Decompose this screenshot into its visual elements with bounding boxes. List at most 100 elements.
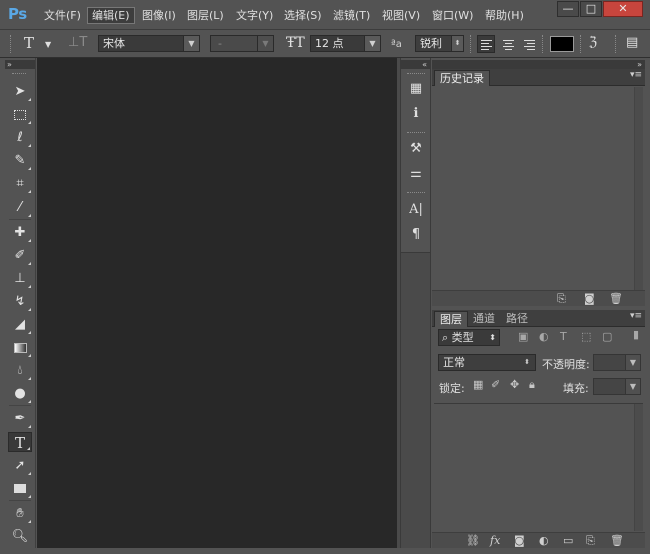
marquee-tool-icon[interactable]	[8, 105, 32, 125]
brush-presets-panel-icon[interactable]: ⚒	[405, 139, 427, 159]
warp-text-icon[interactable]: ℨ	[589, 35, 597, 51]
character-panel-icon[interactable]: A|	[405, 200, 427, 220]
link-layers-icon[interactable]: ⛓︎	[466, 534, 480, 548]
font-size-select[interactable]: 12 点 ▼	[310, 35, 381, 52]
shape-filter-icon[interactable]: ⬚	[581, 330, 591, 343]
type-tool-icon[interactable]: T	[8, 432, 32, 452]
rectangle-tool-icon[interactable]	[8, 479, 32, 499]
chevron-down-icon[interactable]: ▼	[45, 37, 51, 53]
tool-presets-panel-icon[interactable]: ⚌	[405, 164, 427, 184]
text-color-swatch[interactable]	[550, 36, 574, 52]
menu-help[interactable]: 帮助(H)	[481, 7, 528, 24]
healing-brush-tool-icon[interactable]: ✚	[8, 223, 32, 243]
blur-tool-icon[interactable]: 💧︎	[8, 361, 32, 381]
menu-window[interactable]: 窗口(W)	[428, 7, 477, 24]
dodge-tool-icon[interactable]: ●	[8, 384, 32, 404]
filter-toggle-icon[interactable]: ▮	[633, 328, 639, 341]
history-panel-icon[interactable]: ▦	[405, 79, 427, 99]
zoom-tool-icon[interactable]: 🔍︎	[8, 527, 32, 547]
snapshot-camera-icon[interactable]: ◙	[584, 292, 595, 306]
chevron-down-icon: ▼	[625, 355, 640, 370]
character-panel-toggle-icon[interactable]: ▤	[626, 35, 638, 51]
quick-selection-tool-icon[interactable]: ✎	[8, 151, 32, 171]
menu-image[interactable]: 图像(I)	[138, 7, 180, 24]
document-canvas[interactable]	[37, 58, 397, 548]
type-filter-icon[interactable]: T	[560, 330, 567, 343]
tab-layers[interactable]: 图层	[434, 311, 468, 327]
pen-tool-icon[interactable]: ✒	[8, 409, 32, 429]
dock-grip[interactable]	[407, 192, 425, 194]
trash-icon[interactable]: 🗑︎	[609, 292, 623, 306]
text-orientation-icon[interactable]: ⊥T	[68, 35, 87, 51]
antialias-value: 锐利	[420, 37, 442, 50]
clone-stamp-tool-icon[interactable]: ⊥	[8, 269, 32, 289]
menu-type[interactable]: 文字(Y)	[232, 7, 277, 24]
layer-mask-icon[interactable]: ◙	[514, 534, 525, 548]
tab-channels[interactable]: 通道	[468, 311, 500, 327]
blend-mode-select[interactable]: 正常 ⬍	[438, 354, 536, 371]
opacity-field[interactable]: ▼	[593, 354, 641, 371]
tools-grip[interactable]	[12, 73, 26, 75]
menu-filter[interactable]: 滤镜(T)	[329, 7, 374, 24]
panel-menu-icon[interactable]: ▾≡	[630, 311, 642, 321]
menu-select[interactable]: 选择(S)	[280, 7, 326, 24]
layers-scrollbar[interactable]	[634, 404, 643, 531]
crop-tool-icon[interactable]: ⌗	[8, 174, 32, 194]
lock-all-icon[interactable]: 🔒︎	[529, 378, 535, 392]
menu-view[interactable]: 视图(V)	[378, 7, 424, 24]
new-document-from-state-icon[interactable]: ⎘	[557, 292, 566, 306]
hand-tool-icon[interactable]: ✋︎	[8, 504, 32, 524]
move-tool-icon[interactable]: ➤	[8, 82, 32, 102]
menu-edit[interactable]: 编辑(E)	[87, 7, 135, 24]
dock-grip[interactable]	[407, 73, 425, 75]
adjustment-filter-icon[interactable]: ◐	[539, 330, 549, 343]
dock-grip[interactable]	[407, 132, 425, 134]
history-scrollbar[interactable]	[634, 87, 643, 290]
history-footer: ⎘ ◙ 🗑︎	[432, 290, 645, 306]
fx-icon[interactable]: fx	[490, 534, 500, 548]
tools-divider	[9, 500, 31, 501]
antialias-select[interactable]: 锐利 ⬍	[415, 35, 464, 52]
align-right-button[interactable]	[520, 35, 538, 53]
menu-file[interactable]: 文件(F)	[40, 7, 85, 24]
layers-list[interactable]	[434, 403, 643, 531]
dock-expand-strip[interactable]: «	[401, 60, 430, 69]
lock-position-icon[interactable]: ✥	[510, 378, 519, 391]
font-family-select[interactable]: 宋体 ▼	[98, 35, 200, 52]
trash-icon[interactable]: 🗑︎	[610, 534, 624, 548]
eyedropper-tool-icon[interactable]: ⁄	[8, 198, 32, 218]
panel-menu-icon[interactable]: ▾≡	[630, 70, 642, 80]
type-tool-preset-icon[interactable]: T	[24, 35, 34, 51]
align-left-button[interactable]	[477, 35, 495, 53]
chevron-down-icon: ▼	[257, 36, 273, 51]
font-size-icon: ŦT	[286, 35, 305, 51]
brush-tool-icon[interactable]: ✐	[8, 246, 32, 266]
eraser-tool-icon[interactable]: ◢	[8, 315, 32, 335]
lock-transparent-pixels-icon[interactable]: ▦	[473, 378, 483, 391]
panels-collapse-strip[interactable]: »	[432, 60, 645, 69]
new-layer-icon[interactable]: ⎘	[586, 534, 595, 548]
lasso-tool-icon[interactable]: ℓ	[8, 128, 32, 148]
minimize-button[interactable]: —	[557, 1, 579, 17]
smart-object-filter-icon[interactable]: ▢	[602, 330, 612, 343]
info-panel-icon[interactable]: ℹ	[405, 104, 427, 124]
new-group-folder-icon[interactable]: ▭	[563, 534, 573, 548]
menu-layer[interactable]: 图层(L)	[183, 7, 228, 24]
tab-history[interactable]: 历史记录	[434, 70, 490, 86]
close-button[interactable]: ✕	[603, 1, 643, 17]
gradient-tool-icon[interactable]	[8, 338, 32, 358]
adjustment-layer-icon[interactable]: ◐	[539, 534, 549, 548]
maximize-button[interactable]: □	[580, 1, 602, 17]
history-brush-tool-icon[interactable]: ↯	[8, 292, 32, 312]
layer-filter-select[interactable]: ⌕ 类型 ⬍	[438, 329, 500, 346]
tab-paths[interactable]: 路径	[501, 311, 533, 327]
tools-collapse-strip[interactable]: »	[5, 60, 35, 69]
pixel-filter-icon[interactable]: ▣	[518, 330, 528, 343]
paragraph-panel-icon[interactable]: ¶	[405, 225, 427, 245]
options-grip[interactable]	[10, 35, 13, 53]
lock-image-pixels-icon[interactable]: ✐	[491, 378, 500, 391]
path-selection-tool-icon[interactable]: ➚	[8, 456, 32, 476]
font-style-select[interactable]: - ▼	[210, 35, 274, 52]
fill-field[interactable]: ▼	[593, 378, 641, 395]
align-center-button[interactable]	[499, 35, 517, 53]
